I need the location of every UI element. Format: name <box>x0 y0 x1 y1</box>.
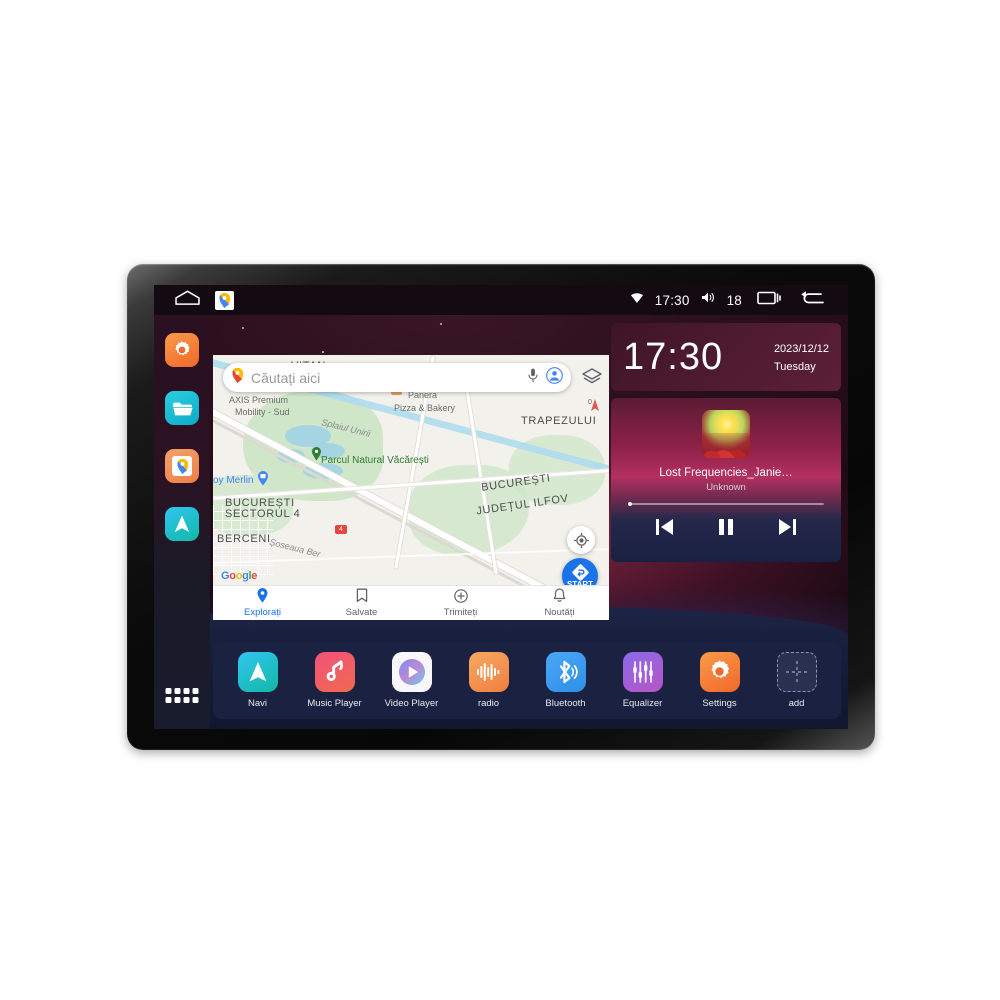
dock-app-add[interactable]: add <box>766 651 828 709</box>
explore-pin-icon <box>256 588 269 606</box>
bluetooth-icon <box>545 651 586 692</box>
map-tab-salvate[interactable]: Salvate <box>312 586 411 620</box>
map-label: Parcul Natural Văcărești <box>321 455 429 466</box>
volume-level: 18 <box>726 292 742 308</box>
track-title: Lost Frequencies_Janie… <box>659 467 793 479</box>
dock-app-label: Video Player <box>384 697 439 709</box>
dock-app-bluetooth[interactable]: Bluetooth <box>535 651 597 709</box>
map-tab-label: Trimiteți <box>443 606 478 618</box>
map-search-bar[interactable]: Căutați aici <box>223 363 571 392</box>
app-dock: Navi Music Player Video Player radio Bluetoo… <box>213 641 841 719</box>
bookmark-icon <box>356 588 368 606</box>
bell-icon <box>553 588 566 606</box>
clock-date: 2023/12/12 <box>773 343 829 355</box>
pause-icon[interactable] <box>717 517 735 537</box>
skip-next-icon[interactable] <box>777 517 799 537</box>
map-label: Pizza & Bakery <box>394 403 456 413</box>
dock-app-label: Bluetooth <box>545 697 586 709</box>
svg-text:0: 0 <box>588 399 592 406</box>
star <box>242 327 244 329</box>
wifi-icon <box>630 291 644 309</box>
add-plus-icon <box>776 651 817 692</box>
map-label: SECTORUL 4 <box>225 508 301 520</box>
music-widget[interactable]: Lost Frequencies_Janie… Unknown <box>611 398 841 562</box>
map-label: TRAPEZULUI <box>521 415 597 427</box>
map-pin-icon <box>231 367 244 388</box>
google-maps-icon[interactable] <box>215 290 234 310</box>
play-circle-icon <box>391 651 432 692</box>
widgets-column: 17:30 2023/12/12 Tuesday Lost Frequencie… <box>611 323 841 562</box>
my-location-icon[interactable] <box>567 526 595 554</box>
sidebar-item-google-maps[interactable] <box>165 449 199 483</box>
clock-day: Tuesday <box>773 361 816 373</box>
sidebar-item-settings[interactable] <box>165 333 199 367</box>
compass-icon[interactable]: 0 <box>584 397 600 413</box>
dock-app-label: Equalizer <box>622 697 663 709</box>
car-head-unit-device: 17:30 18 4 AXIS Premium Mobility - Sud P… <box>127 264 875 750</box>
dock-app-label: add <box>788 697 805 709</box>
map-tab-noutăți[interactable]: Noutăți <box>510 586 609 620</box>
home-icon[interactable] <box>174 290 201 310</box>
map-tab-trimiteți[interactable]: Trimiteți <box>411 586 510 620</box>
map-label: Mobility - Sud <box>235 407 290 417</box>
map-tab-label: Explorați <box>244 607 281 618</box>
dock-app-navi[interactable]: Navi <box>227 651 289 709</box>
map-tab-label: Salvate <box>345 607 378 618</box>
sidebar-rail <box>154 315 210 729</box>
album-art <box>702 410 750 458</box>
map-label: AXIS Premium <box>229 395 289 405</box>
map-tab-label: Noutăți <box>544 607 575 618</box>
dock-app-label: Music Player <box>307 697 362 709</box>
track-artist: Unknown <box>706 482 746 493</box>
playback-progress-bar[interactable] <box>628 502 824 506</box>
device-screen: 17:30 18 4 AXIS Premium Mobility - Sud P… <box>154 285 848 729</box>
recents-icon[interactable] <box>757 290 781 310</box>
microphone-icon[interactable] <box>528 368 538 388</box>
back-icon[interactable] <box>800 290 824 311</box>
star <box>322 351 324 353</box>
dock-app-music-player[interactable]: Music Player <box>304 651 366 709</box>
music-note-icon <box>314 651 355 692</box>
app-drawer-grid-icon[interactable] <box>165 688 199 703</box>
gear-icon <box>699 651 740 692</box>
search-input[interactable]: Căutați aici <box>251 370 528 386</box>
account-circle-icon[interactable] <box>546 366 563 389</box>
equalizer-sliders-icon <box>622 651 663 692</box>
map-bottom-tabs: Explorați Salvate Trimiteți Noutăți <box>213 585 609 620</box>
volume-icon[interactable] <box>701 291 716 309</box>
map-tab-explorați[interactable]: Explorați <box>213 586 312 620</box>
status-bar: 17:30 18 <box>154 285 848 315</box>
dock-app-settings[interactable]: Settings <box>689 651 751 709</box>
dock-app-label: radio <box>477 697 500 709</box>
status-time: 17:30 <box>654 292 690 308</box>
dock-app-label: Navi <box>247 697 267 709</box>
layers-icon[interactable] <box>581 366 603 388</box>
clock-widget[interactable]: 17:30 2023/12/12 Tuesday <box>611 323 841 391</box>
radio-waveform-icon <box>468 651 509 692</box>
dock-app-video-player[interactable]: Video Player <box>381 651 443 709</box>
dock-app-radio[interactable]: radio <box>458 651 520 709</box>
sidebar-item-files[interactable] <box>165 391 199 425</box>
map-widget[interactable]: 4 VITANAXIS PremiumMobility - SudPaneraP… <box>213 355 609 620</box>
map-label: BERCENI <box>217 533 271 545</box>
map-label: oy Merlin <box>213 475 254 486</box>
plus-circle-icon <box>453 588 468 606</box>
dock-app-label: Settings <box>702 697 737 709</box>
star <box>440 323 442 325</box>
clock-time: 17:30 <box>623 336 724 378</box>
dock-app-equalizer[interactable]: Equalizer <box>612 651 674 709</box>
sidebar-item-navi[interactable] <box>165 507 199 541</box>
navigation-arrow-icon <box>237 651 278 692</box>
skip-previous-icon[interactable] <box>653 517 675 537</box>
google-watermark: Google <box>221 570 258 582</box>
